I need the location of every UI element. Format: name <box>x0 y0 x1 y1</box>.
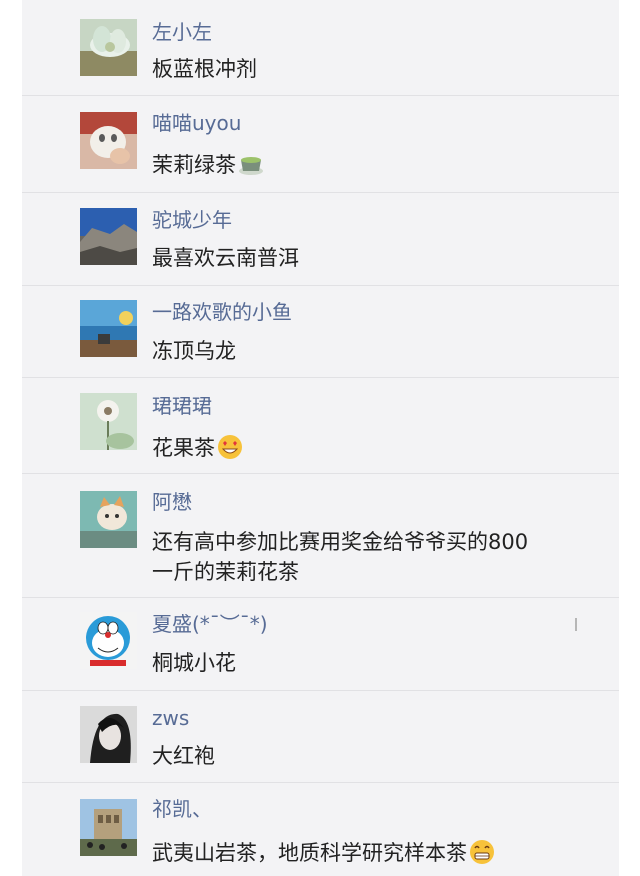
comment-text: 还有高中参加比赛用奖金给爷爷买的800一斤的茉莉花茶 <box>152 530 529 584</box>
ruins-photo <box>80 799 137 856</box>
comment-item: 左小左 板蓝根冲剂 <box>22 0 619 96</box>
commenter-name[interactable]: 夏盛(*ˉ︶ˉ*) <box>152 612 268 636</box>
avatar[interactable] <box>80 300 137 357</box>
commenter-name[interactable]: 驼城少年 <box>152 208 232 232</box>
avatar[interactable] <box>80 208 137 265</box>
comment-text: 板蓝根冲剂 <box>152 57 257 81</box>
avatar[interactable] <box>80 112 137 169</box>
comment-page: 左小左 板蓝根冲剂 喵喵uyou 茉莉绿茶 驼城少年 最喜欢云南普洱 一路欢歌的… <box>0 0 640 876</box>
commenter-name[interactable]: 一路欢歌的小鱼 <box>152 300 292 324</box>
scroll-marker <box>575 618 577 631</box>
cat-photo <box>80 112 137 169</box>
beach-photo <box>80 300 137 357</box>
comment-text: 茉莉绿茶 <box>152 150 572 180</box>
dandelion-photo <box>80 393 137 450</box>
comment-item: 喵喵uyou 茉莉绿茶 <box>22 96 619 193</box>
commenter-name[interactable]: 阿懋 <box>152 490 192 514</box>
comment-text: 冻顶乌龙 <box>152 339 236 363</box>
commenter-name[interactable]: 珺珺珺 <box>152 394 212 418</box>
commenter-name[interactable]: 左小左 <box>152 20 212 44</box>
kitten-photo <box>80 491 137 548</box>
green-tea-emoji <box>239 157 263 175</box>
doraemon-avatar <box>80 612 137 669</box>
comment-text-content: 茉莉绿茶 <box>152 153 236 177</box>
lotus-photo <box>80 19 137 76</box>
comment-item: 驼城少年 最喜欢云南普洱 <box>22 193 619 286</box>
comment-text: 花果茶 <box>152 433 572 463</box>
commenter-name[interactable]: zws <box>152 706 189 730</box>
comment-list: 左小左 板蓝根冲剂 喵喵uyou 茉莉绿茶 驼城少年 最喜欢云南普洱 一路欢歌的… <box>22 0 619 876</box>
comment-item: 一路欢歌的小鱼 冻顶乌龙 <box>22 286 619 378</box>
portrait-photo <box>80 706 137 763</box>
comment-item: 珺珺珺 花果茶 <box>22 378 619 474</box>
comment-text: 桐城小花 <box>152 651 236 675</box>
comment-item: zws 大红袍 <box>22 691 619 783</box>
comment-item: 夏盛(*ˉ︶ˉ*) 桐城小花 <box>22 598 619 691</box>
comment-text-content: 武夷山岩茶，地质科学研究样本茶 <box>152 841 467 865</box>
comment-item: 祁凯、 武夷山岩茶，地质科学研究样本茶 <box>22 783 619 876</box>
comment-item: 阿懋 还有高中参加比赛用奖金给爷爷买的800一斤的茉莉花茶 <box>22 474 619 598</box>
commenter-name[interactable]: 喵喵uyou <box>152 111 241 135</box>
avatar[interactable] <box>80 393 137 450</box>
avatar[interactable] <box>80 799 137 856</box>
cliff-photo <box>80 208 137 265</box>
avatar[interactable] <box>80 491 137 548</box>
avatar[interactable] <box>80 19 137 76</box>
avatar[interactable] <box>80 612 137 669</box>
commenter-name[interactable]: 祁凯、 <box>152 797 212 821</box>
comment-text-content: 花果茶 <box>152 436 215 460</box>
grin-emoji <box>470 840 494 864</box>
comment-text: 最喜欢云南普洱 <box>152 246 299 270</box>
comment-text: 武夷山岩茶，地质科学研究样本茶 <box>152 838 592 868</box>
avatar[interactable] <box>80 706 137 763</box>
heart-eyes-emoji <box>218 435 242 459</box>
comment-text: 大红袍 <box>152 744 215 768</box>
